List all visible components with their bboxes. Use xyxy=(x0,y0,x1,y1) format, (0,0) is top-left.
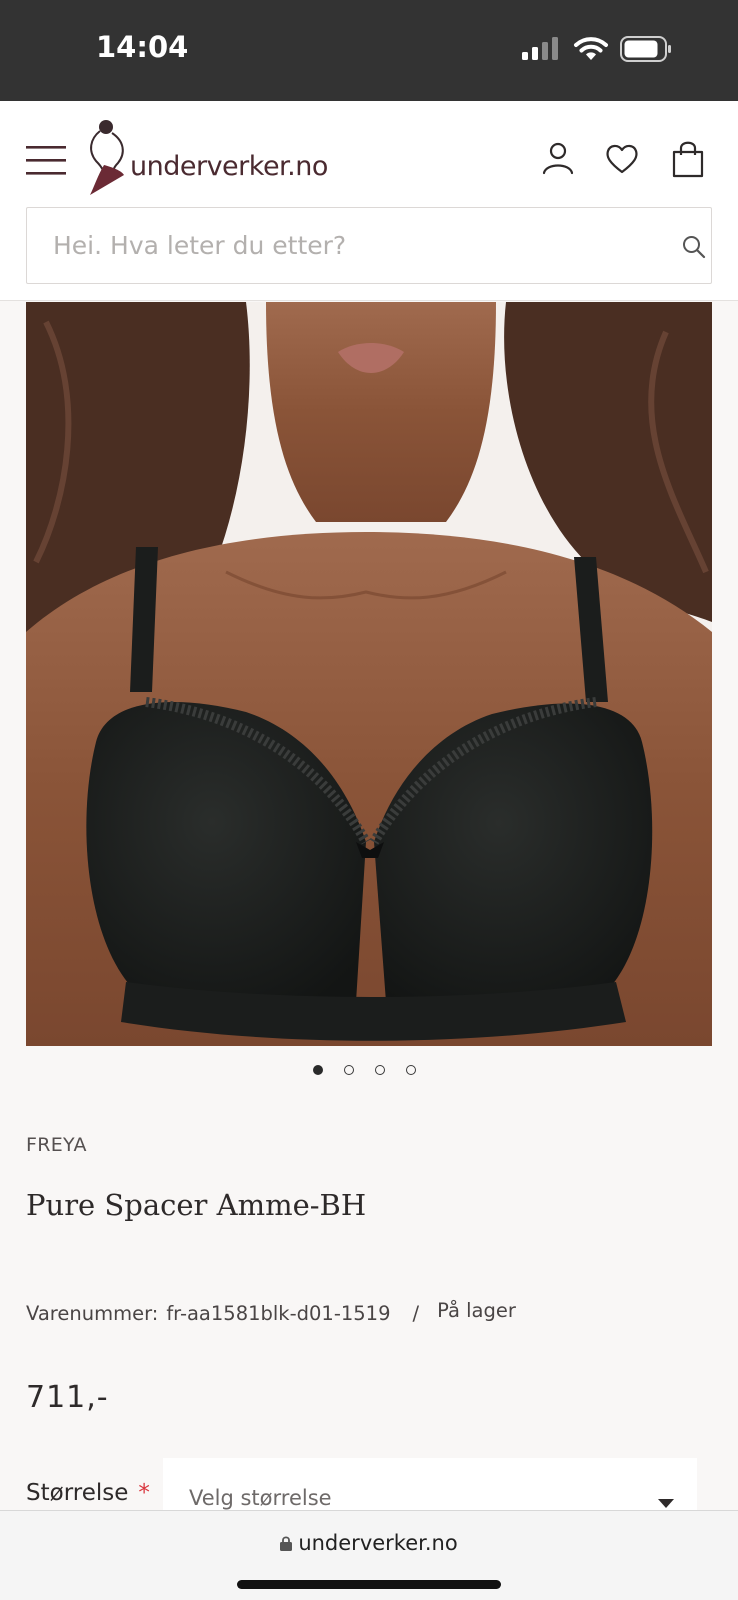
stock-status: På lager xyxy=(437,1299,516,1322)
pager-dot-1[interactable] xyxy=(313,1065,323,1075)
size-label: Størrelse * xyxy=(26,1480,150,1506)
url-text: underverker.no xyxy=(298,1531,458,1555)
account-icon[interactable] xyxy=(538,139,578,179)
product-image[interactable] xyxy=(26,302,712,1046)
pager-dot-3[interactable] xyxy=(375,1065,385,1075)
site-header: underverker.no xyxy=(0,101,738,301)
browser-bar: underverker.no xyxy=(0,1510,738,1600)
sku-label: Varenummer: xyxy=(26,1302,159,1325)
signal-icon xyxy=(522,37,558,60)
home-indicator[interactable] xyxy=(237,1580,501,1589)
search-box xyxy=(26,207,712,284)
battery-icon xyxy=(620,36,671,62)
required-mark: * xyxy=(138,1480,150,1506)
logo-text: underverker.no xyxy=(130,151,328,182)
wifi-icon xyxy=(574,37,608,60)
hamburger-menu-icon[interactable] xyxy=(24,141,68,181)
image-pager xyxy=(313,1065,423,1077)
product-brand[interactable]: FREYA xyxy=(26,1134,87,1156)
sku-row: Varenummer: fr-aa1581blk-d01-1519 / På lage… xyxy=(26,1299,516,1325)
lock-icon xyxy=(280,1536,293,1551)
shopping-bag-icon[interactable] xyxy=(668,139,708,179)
sku-separator: / xyxy=(412,1302,420,1325)
site-logo[interactable]: underverker.no xyxy=(84,117,384,197)
status-time: 14:04 xyxy=(96,30,189,64)
url-bar[interactable]: underverker.no xyxy=(0,1531,738,1555)
heart-icon[interactable] xyxy=(602,139,642,179)
status-icons xyxy=(522,36,672,71)
logo-silhouette-icon xyxy=(90,120,124,195)
product-title: Pure Spacer Amme-BH xyxy=(26,1188,367,1222)
status-bar: 14:04 xyxy=(0,0,738,101)
search-icon[interactable] xyxy=(681,234,707,260)
size-label-text: Størrelse xyxy=(26,1480,129,1506)
search-input[interactable] xyxy=(53,208,653,282)
product-price: 711,- xyxy=(26,1380,109,1415)
sku-value: fr-aa1581blk-d01-1519 xyxy=(166,1302,391,1325)
size-select-value: Velg størrelse xyxy=(189,1486,332,1510)
pager-dot-2[interactable] xyxy=(344,1065,354,1075)
pager-dot-4[interactable] xyxy=(406,1065,416,1075)
chevron-down-icon xyxy=(658,1499,674,1508)
